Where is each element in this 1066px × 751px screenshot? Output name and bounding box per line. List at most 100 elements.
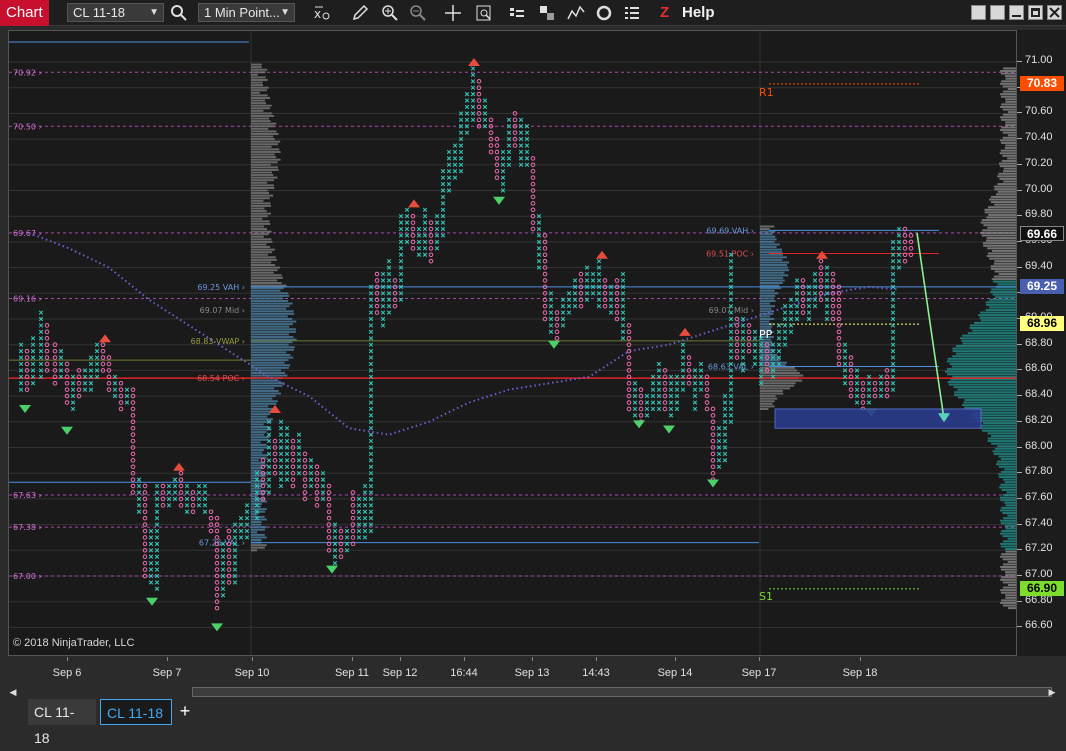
- composite-profile-bar: [995, 296, 1016, 299]
- close-button[interactable]: [1047, 5, 1062, 20]
- pnf-o-mark: [160, 503, 166, 508]
- composite-profile-bar: [999, 496, 1016, 499]
- pnf-o-mark: [392, 303, 398, 309]
- composite-profile-bar: [946, 368, 1016, 371]
- pnf-o-mark: [710, 406, 716, 412]
- maximize-button[interactable]: [1028, 5, 1043, 20]
- composite-profile-bar: [1003, 180, 1016, 183]
- crosshair-icon[interactable]: [443, 3, 463, 23]
- tab-cl-11-18-active[interactable]: CL 11-18: [100, 699, 172, 725]
- svg-text:x: x: [314, 7, 321, 21]
- price-chart[interactable]: 70.92 ›70.50 ›69.67 ›69.16 ›67.63 ›67.38…: [9, 31, 1017, 656]
- pivot-level-label: 70.92 ›: [13, 68, 42, 77]
- tile-window-button[interactable]: [971, 5, 986, 20]
- volume-profile-bar: [760, 382, 796, 385]
- pnf-o-mark: [530, 156, 536, 161]
- pencil-icon[interactable]: [350, 3, 370, 23]
- volume-profile-bar: [251, 117, 269, 120]
- volume-profile-bar: [251, 415, 268, 418]
- interval-selector[interactable]: 1 Min Point... ▼: [198, 3, 295, 22]
- composite-profile-bar: [1002, 581, 1016, 584]
- composite-profile-bar: [1002, 131, 1016, 134]
- pnf-o-mark: [314, 477, 320, 482]
- tab-cl-11-18[interactable]: CL 11-18: [28, 699, 96, 746]
- scroll-right-icon[interactable]: ▶: [1047, 686, 1057, 698]
- composite-profile-bar: [1000, 105, 1016, 108]
- crosshair-xo-icon[interactable]: x: [312, 3, 332, 23]
- volume-profile-bar: [251, 294, 290, 297]
- strategies-icon[interactable]: [594, 3, 614, 23]
- templates-icon[interactable]: [537, 3, 557, 23]
- pnf-o-mark: [190, 490, 196, 495]
- composite-profile-bar: [1000, 129, 1016, 132]
- composite-profile-bar: [990, 195, 1016, 198]
- zoom-out-icon[interactable]: [408, 3, 428, 23]
- scroll-thumb[interactable]: [192, 687, 1052, 697]
- pnf-o-mark: [100, 361, 106, 367]
- price-tick-label: 69.40: [1025, 259, 1053, 272]
- ninjatrader-z-icon[interactable]: Z: [660, 3, 669, 23]
- time-axis[interactable]: Sep 6 Sep 7 Sep 10 Sep 11 Sep 12 16:44 Sep 13 1…: [8, 657, 1017, 685]
- volume-profile-bar: [251, 269, 278, 272]
- volume-profile-bar: [251, 446, 269, 449]
- list-icon[interactable]: [622, 3, 642, 23]
- pnf-o-mark: [350, 503, 356, 508]
- chart-panel[interactable]: 70.92 › 70.50 › 69.67 › 69.16 › 67.63 › 67.38…: [8, 30, 1017, 656]
- pnf-o-mark: [326, 503, 332, 508]
- pnf-o-mark: [24, 361, 30, 367]
- composite-profile-bar: [978, 314, 1016, 317]
- time-tick-label: 16:44: [450, 667, 478, 679]
- pnf-o-mark: [142, 490, 148, 495]
- composite-profile-bar: [1000, 93, 1016, 96]
- composite-profile-bar: [962, 334, 1016, 337]
- composite-profile-bar: [1004, 147, 1016, 150]
- minimize-button[interactable]: [1009, 5, 1024, 20]
- composite-profile-bar: [1000, 69, 1016, 72]
- bar-type-icon[interactable]: [507, 3, 527, 23]
- volume-profile-bar: [251, 284, 287, 287]
- properties-icon[interactable]: [474, 3, 494, 23]
- volume-profile-bar: [251, 176, 278, 179]
- composite-profile-bar: [999, 509, 1016, 512]
- volume-profile-bar: [251, 194, 274, 197]
- composite-profile-bar: [1000, 82, 1016, 85]
- horizontal-scrollbar[interactable]: ◀ ▶: [8, 686, 1057, 698]
- restore-window-button[interactable]: [990, 5, 1005, 20]
- pnf-o-mark: [64, 380, 70, 386]
- pnf-o-mark: [130, 425, 136, 431]
- volume-profile-bar: [251, 120, 271, 123]
- volume-profile-bar: [251, 197, 270, 200]
- scroll-left-icon[interactable]: ◀: [8, 686, 18, 698]
- volume-profile-bar: [251, 305, 290, 308]
- composite-profile-bar: [980, 319, 1016, 322]
- add-tab-button[interactable]: +: [176, 699, 194, 725]
- volume-profile-bar: [251, 179, 274, 182]
- pivot-pp-label: PP: [759, 328, 773, 341]
- search-icon[interactable]: [169, 3, 189, 23]
- composite-profile-bar: [952, 350, 1016, 353]
- volume-profile-bar: [251, 392, 281, 395]
- indicators-icon[interactable]: [566, 3, 586, 23]
- price-tick-label: 70.40: [1025, 131, 1053, 144]
- pnf-o-mark: [208, 528, 214, 534]
- volume-profile-bar: [251, 425, 269, 428]
- composite-profile-bar: [1000, 499, 1016, 502]
- composite-profile-bar: [1004, 501, 1016, 504]
- volume-profile-bar: [251, 243, 267, 246]
- pnf-o-mark: [542, 233, 548, 238]
- instrument-selector[interactable]: CL 11-18 ▼: [67, 3, 164, 22]
- composite-profile-bar: [946, 360, 1016, 363]
- volume-profile-bar: [251, 282, 282, 285]
- pnf-o-mark: [130, 432, 136, 437]
- zoom-in-icon[interactable]: [380, 3, 400, 23]
- composite-profile-bar: [980, 221, 1016, 224]
- pnf-o-mark: [626, 380, 632, 386]
- composite-profile-bar: [1001, 159, 1016, 162]
- help-button[interactable]: Help: [682, 3, 715, 23]
- composite-profile-bar: [1000, 149, 1016, 152]
- composite-profile-bar: [1003, 167, 1016, 170]
- pnf-o-mark: [902, 246, 908, 251]
- pnf-o-mark: [118, 387, 124, 392]
- price-axis[interactable]: 71.0070.8070.6070.4070.2070.0069.8069.60…: [1017, 30, 1066, 656]
- pnf-o-mark: [24, 380, 30, 386]
